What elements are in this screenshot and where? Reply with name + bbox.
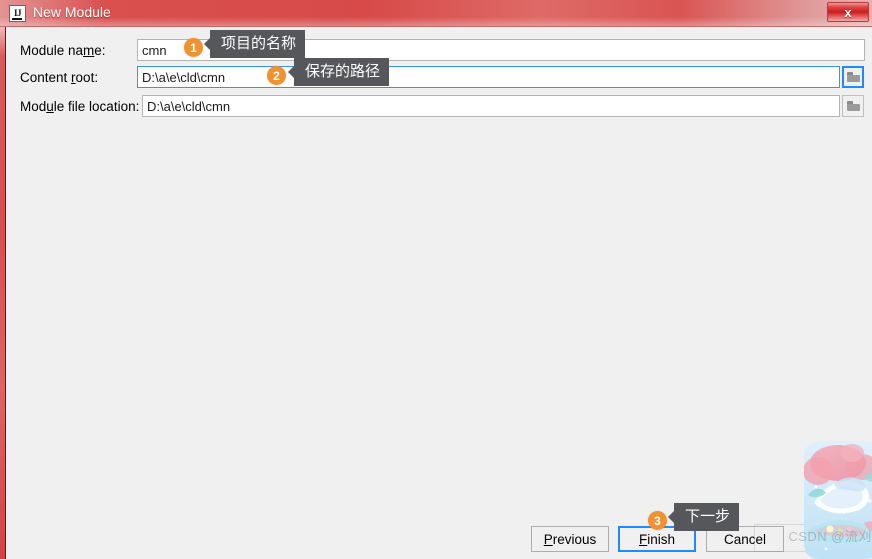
title-bar[interactable]: IJ New Module x — [0, 0, 872, 27]
annotation-callout-1: 项目的名称 — [210, 30, 306, 58]
content-root-input[interactable] — [137, 66, 840, 88]
csdn-watermark: CSDN @流刈 — [788, 529, 872, 544]
intellij-ij-icon: IJ — [9, 5, 26, 22]
annotation-badge-2: 2 — [267, 66, 286, 85]
close-icon: x — [844, 4, 852, 20]
module-file-location-input[interactable] — [142, 95, 840, 117]
window-left-border — [0, 0, 6, 559]
annotation-badge-1: 1 — [184, 38, 203, 57]
annotation-callout-3: 下一步 — [674, 503, 740, 531]
module-file-location-browse-button[interactable] — [842, 95, 864, 117]
folder-icon — [846, 101, 860, 111]
annotation-badge-3: 3 — [648, 511, 667, 530]
new-module-dialog: IJ New Module x Module name: Content roo… — [0, 0, 872, 559]
annotation-callout-2: 保存的路径 — [294, 58, 390, 86]
window-title: New Module — [33, 4, 111, 20]
module-file-location-label: Module file location: — [20, 99, 140, 114]
close-button[interactable]: x — [827, 2, 869, 22]
module-name-label: Module name: — [20, 43, 106, 58]
content-root-browse-button[interactable] — [842, 66, 864, 88]
folder-icon — [846, 72, 860, 82]
previous-button[interactable]: Previous — [531, 526, 609, 552]
dialog-content: Module name: Content root: Module file l… — [6, 28, 872, 559]
content-root-label: Content root: — [20, 70, 99, 85]
